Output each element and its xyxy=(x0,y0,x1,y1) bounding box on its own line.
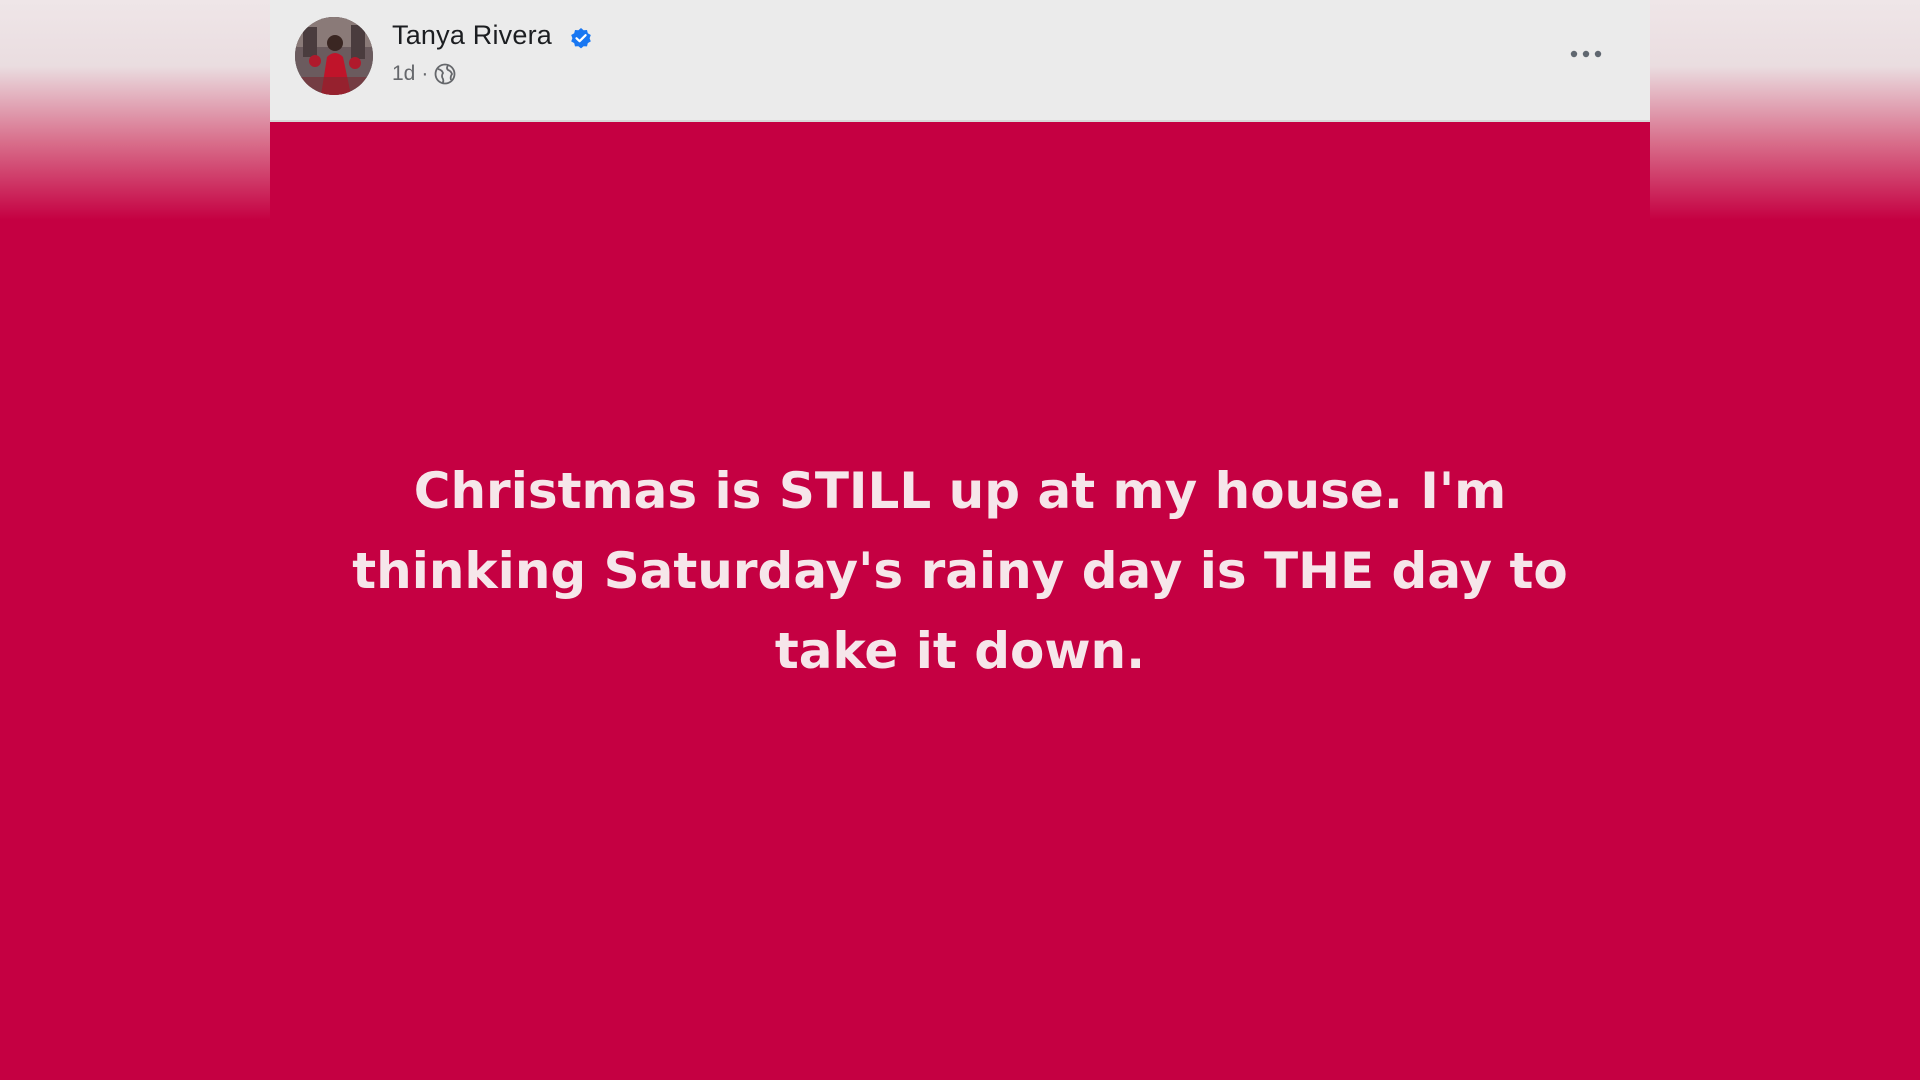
video-frame: Tanya Rivera 1d · Christmas is STILL up … xyxy=(0,0,1920,1080)
author-name[interactable]: Tanya Rivera xyxy=(392,20,552,51)
right-blur-fade xyxy=(1650,0,1920,220)
avatar-photo xyxy=(295,17,373,95)
facebook-post-card: Tanya Rivera 1d · Christmas is STILL up … xyxy=(270,0,1650,1080)
meta-separator: · xyxy=(421,62,429,85)
more-options-icon xyxy=(1570,50,1602,58)
verified-badge-icon xyxy=(571,28,591,49)
left-blur-fade xyxy=(0,0,270,220)
post-text: Christmas is STILL up at my house. I'm t… xyxy=(352,462,1568,680)
author-avatar[interactable] xyxy=(295,17,373,95)
post-meta: 1d · xyxy=(392,62,456,86)
post-timestamp[interactable]: 1d xyxy=(392,62,415,86)
more-options-button[interactable] xyxy=(1560,36,1612,72)
post-background: Christmas is STILL up at my house. I'm t… xyxy=(310,122,1610,1080)
post-header: Tanya Rivera 1d · xyxy=(270,0,1650,122)
globe-icon[interactable] xyxy=(434,63,456,85)
